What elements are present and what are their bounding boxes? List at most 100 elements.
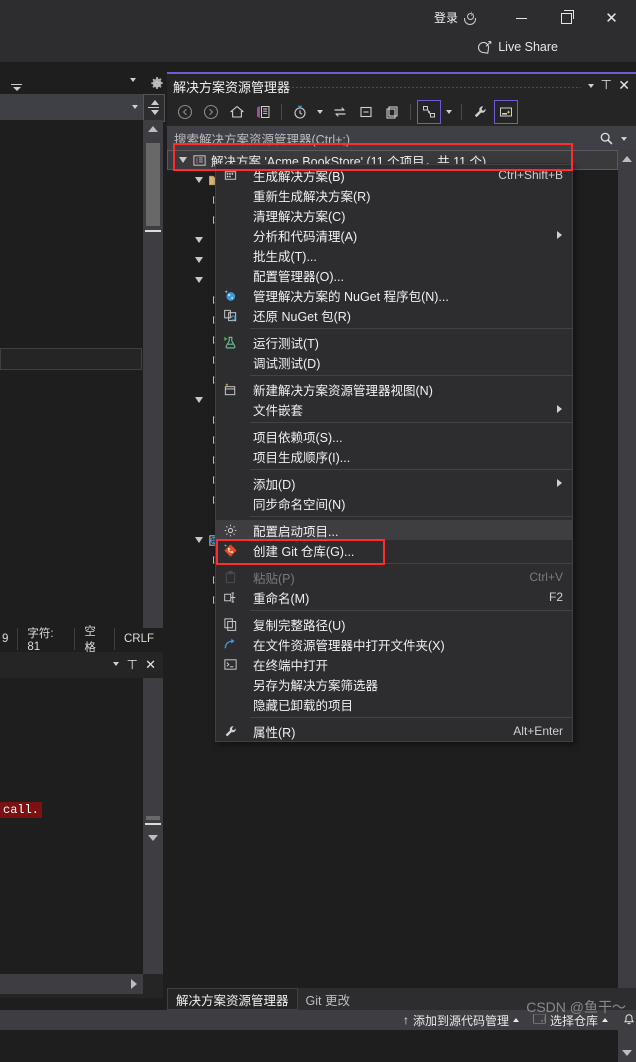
menu-item[interactable]: 批生成(T)... [216, 245, 572, 265]
collapse-all-icon[interactable] [354, 100, 378, 124]
menu-item[interactable]: 配置启动项目... [216, 520, 572, 540]
expand-arrow-open-icon[interactable] [177, 150, 190, 170]
chevron-down-icon[interactable] [130, 78, 136, 82]
menu-item[interactable]: 项目生成顺序(I)... [216, 446, 572, 466]
solution-tree-scrollbar[interactable] [618, 150, 636, 1062]
search-icon[interactable] [599, 131, 614, 146]
toolbar-separator [410, 104, 411, 120]
editor-scope-dropdown[interactable] [0, 94, 145, 122]
menu-item[interactable]: 生成解决方案(B) Ctrl+Shift+B [216, 165, 572, 185]
sync-with-active-document-icon[interactable] [328, 100, 352, 124]
properties-wrench-icon[interactable] [468, 100, 492, 124]
submenu-arrow-icon [557, 405, 562, 413]
menu-item[interactable]: 在终端中打开 [216, 654, 572, 674]
minimize-button[interactable] [499, 0, 544, 36]
show-all-files-icon[interactable] [380, 100, 404, 124]
close-icon[interactable]: ✕ [145, 657, 156, 673]
menu-item-label: 隐藏已卸载的项目 [253, 698, 354, 713]
pin-icon[interactable]: ⊤ [127, 657, 138, 673]
home-icon[interactable] [225, 100, 249, 124]
open-folder-icon [216, 634, 244, 654]
menu-icon-none [216, 493, 244, 513]
menu-item[interactable]: 复制完整路径(U) [216, 614, 572, 634]
output-window-body[interactable]: call. [0, 678, 143, 974]
scroll-up-icon[interactable] [622, 156, 632, 162]
menu-item[interactable]: 还原 NuGet 包(R) [216, 305, 572, 325]
expand-arrow-open-icon[interactable] [193, 230, 206, 250]
editor-vertical-scrollbar[interactable] [143, 120, 163, 650]
menu-icon-none [216, 426, 244, 446]
scroll-up-icon[interactable] [148, 126, 158, 132]
menu-separator [250, 328, 572, 329]
expand-arrow-open-icon[interactable] [193, 270, 206, 290]
menu-item[interactable]: 同步命名空间(N) [216, 493, 572, 513]
menu-item: 粘贴(P) Ctrl+V [216, 567, 572, 587]
menu-item[interactable]: 重新生成解决方案(R) [216, 185, 572, 205]
menu-icon-none [216, 185, 244, 205]
sign-in-button[interactable]: 登录 + [434, 9, 476, 26]
live-share-button[interactable]: ↗ Live Share [477, 40, 558, 54]
expand-arrow-open-icon[interactable] [193, 530, 206, 550]
copy-path-icon [216, 614, 244, 634]
menu-item[interactable]: 隐藏已卸载的项目 [216, 694, 572, 714]
maximize-button[interactable] [544, 0, 589, 36]
pin-icon[interactable]: ⊤ [601, 77, 612, 93]
chevron-down-icon[interactable] [113, 662, 119, 666]
solution-context-menu[interactable]: 生成解决方案(B) Ctrl+Shift+B 重新生成解决方案(R) 清理解决方案(C… [215, 164, 573, 742]
expand-arrow-open-icon[interactable] [193, 250, 206, 270]
menu-item[interactable]: 清理解决方案(C) [216, 205, 572, 225]
scroll-down-icon[interactable] [622, 1050, 632, 1056]
back-icon[interactable] [173, 100, 197, 124]
menu-item[interactable]: 新建解决方案资源管理器视图(N) [216, 379, 572, 399]
solution-explorer-icon[interactable] [251, 100, 275, 124]
menu-item[interactable]: 另存为解决方案筛选器 [216, 674, 572, 694]
indentation-indicator[interactable]: 空格 [74, 626, 114, 654]
scrollbar-thumb[interactable] [146, 143, 160, 226]
char-count-indicator[interactable]: 字符: 81 [17, 628, 74, 653]
add-to-source-control-button[interactable]: ↑ 添加到源代码管理 [403, 1012, 519, 1029]
scrollbar-thumb[interactable] [146, 816, 160, 820]
menu-item[interactable]: 运行测试(T) [216, 332, 572, 352]
search-options-chevron-icon[interactable] [621, 137, 627, 141]
menu-item[interactable]: 文件嵌套 [216, 399, 572, 419]
menu-item-label: 复制完整路径(U) [253, 618, 346, 633]
menu-item[interactable]: 添加(D) [216, 473, 572, 493]
pending-changes-dropdown[interactable] [314, 101, 326, 123]
line-ending-indicator[interactable]: CRLF [113, 628, 163, 650]
search-input[interactable] [172, 130, 566, 150]
menu-item[interactable]: 项目依赖项(S)... [216, 426, 572, 446]
tool-window-tab[interactable]: Git 更改 [298, 989, 358, 1009]
menu-item[interactable]: 调试测试(D) [216, 352, 572, 372]
menu-item[interactable]: 重命名(M) F2 [216, 587, 572, 607]
tool-window-tab[interactable]: 解决方案资源管理器 [167, 988, 298, 1010]
person-add-icon: + [463, 9, 476, 25]
find-replace-box[interactable] [0, 348, 142, 370]
menu-item[interactable]: 分析和代码清理(A) [216, 225, 572, 245]
solution-search-bar[interactable] [167, 126, 636, 151]
output-horizontal-scrollbar[interactable] [0, 974, 143, 994]
menu-item[interactable]: 在文件资源管理器中打开文件夹(X) [216, 634, 572, 654]
expand-arrow-open-icon[interactable] [193, 170, 206, 190]
scroll-right-icon[interactable] [131, 979, 137, 989]
menu-item[interactable]: 管理解决方案的 NuGet 程序包(N)... [216, 285, 572, 305]
preview-selected-items-icon[interactable] [494, 100, 518, 124]
class-diagram-dropdown[interactable] [443, 101, 455, 123]
code-editor-surface[interactable] [0, 120, 143, 620]
output-vertical-scrollbar[interactable] [143, 678, 163, 974]
menu-item[interactable]: 属性(R) Alt+Enter [216, 721, 572, 741]
expand-arrow-open-icon[interactable] [193, 390, 206, 410]
submenu-arrow-icon [557, 231, 562, 239]
gear-icon[interactable] [149, 76, 165, 92]
menu-item[interactable]: 配置管理器(O)... [216, 265, 572, 285]
close-button[interactable]: ✕ [589, 0, 634, 36]
pending-changes-icon[interactable] [288, 100, 312, 124]
chevron-down-icon[interactable] [588, 84, 594, 88]
close-icon[interactable]: ✕ [618, 77, 630, 94]
split-view-button[interactable] [143, 94, 165, 122]
view-class-diagram-icon[interactable] [417, 100, 441, 124]
menu-separator [250, 610, 572, 611]
forward-icon[interactable] [199, 100, 223, 124]
close-icon: ✕ [605, 8, 618, 27]
menu-item[interactable]: 创建 Git 仓库(G)... [216, 540, 572, 560]
scroll-down-icon[interactable] [148, 835, 158, 841]
